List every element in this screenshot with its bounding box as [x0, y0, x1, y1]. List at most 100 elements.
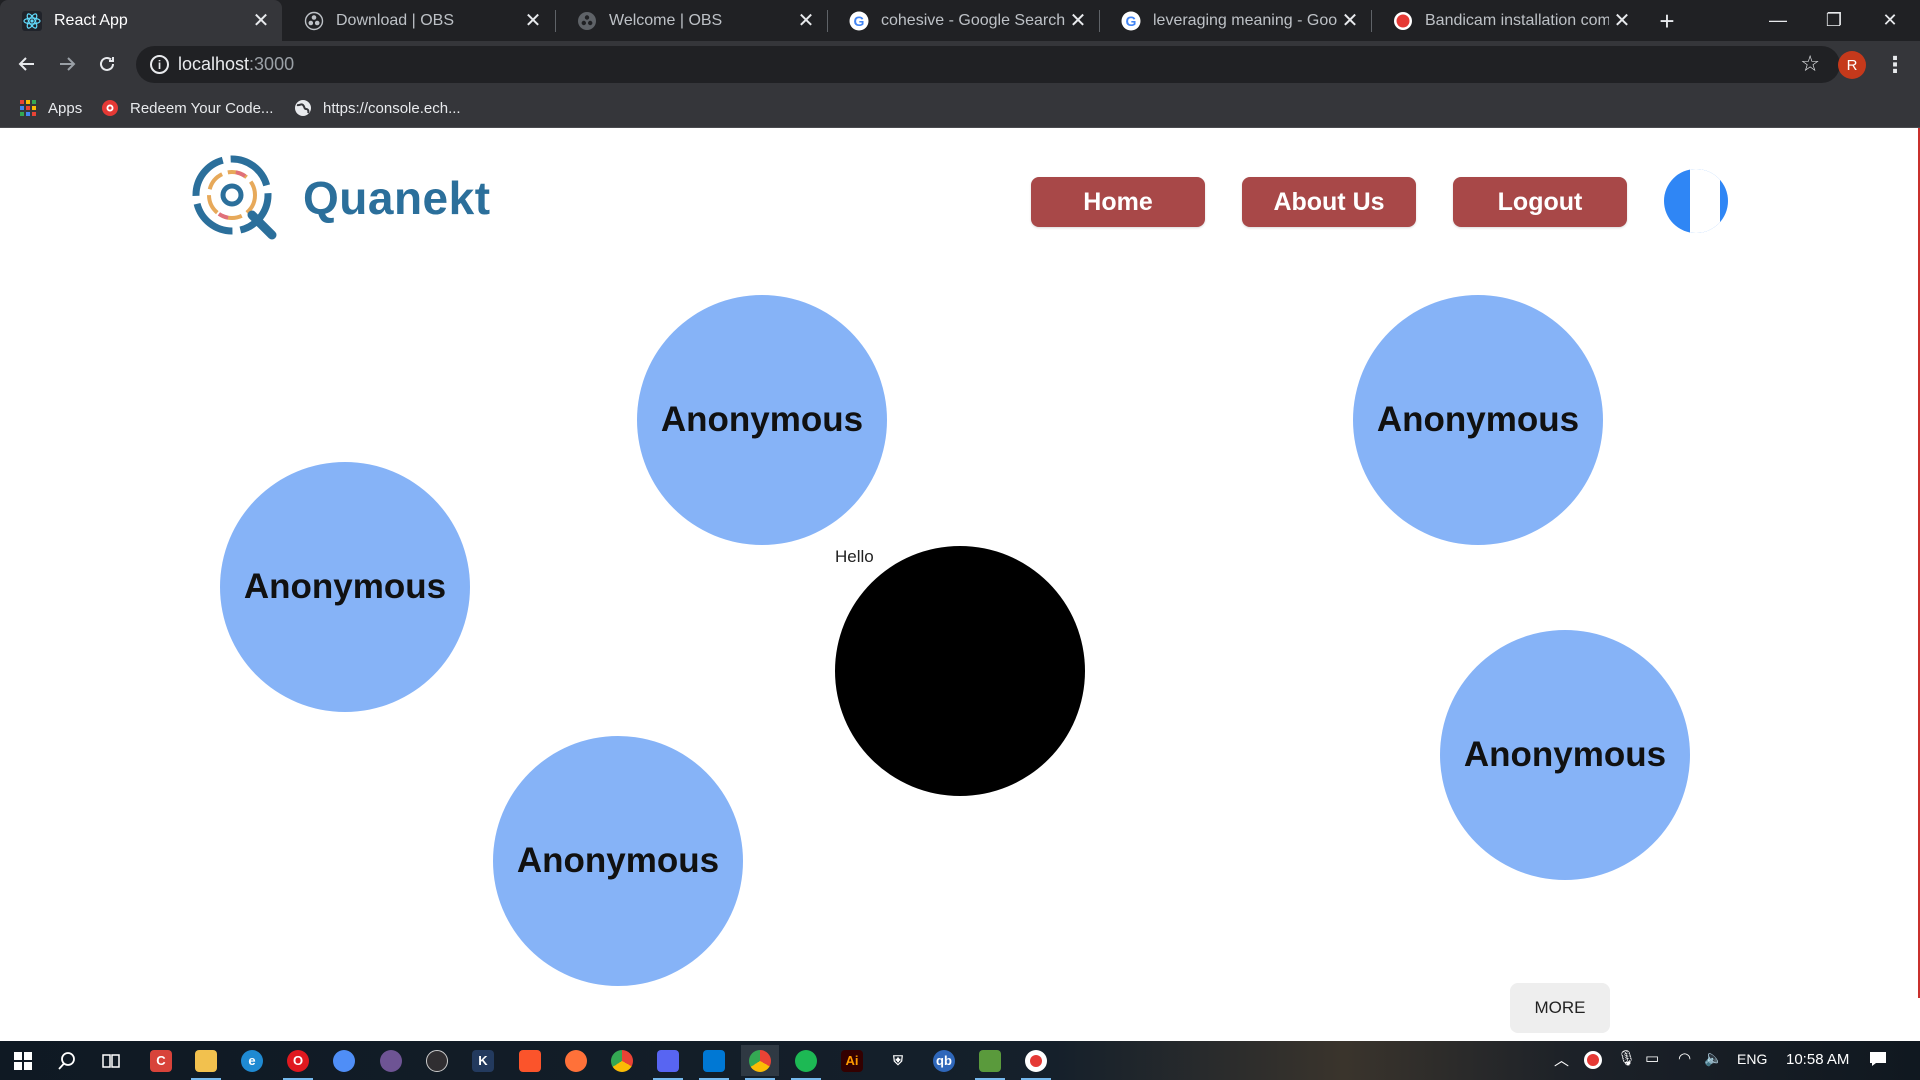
restore-window-button[interactable]: ❐: [1806, 0, 1862, 40]
taskbar-app-discord[interactable]: [649, 1045, 687, 1080]
taskbar-app-vscode[interactable]: [695, 1045, 733, 1080]
language-indicator[interactable]: ENG: [1737, 1051, 1767, 1067]
chrome-icon: [749, 1049, 771, 1072]
chrome-icon: [611, 1049, 633, 1072]
profile-avatar[interactable]: R: [1838, 51, 1866, 79]
reload-button[interactable]: [90, 47, 124, 81]
arrow-right-icon: [60, 57, 76, 71]
address-bar[interactable]: i localhost:3000 ☆: [136, 46, 1840, 83]
participant-bubble[interactable]: Anonymous: [1353, 295, 1603, 545]
about-us-button[interactable]: About Us: [1242, 177, 1416, 227]
bandicam-icon: [1393, 11, 1413, 31]
taskbar-app-firefox[interactable]: [557, 1045, 595, 1076]
bookmark-star-icon[interactable]: ☆: [1800, 51, 1820, 77]
bookmark-redeem-code[interactable]: Redeem Your Code...: [100, 96, 273, 120]
minimize-window-button[interactable]: —: [1750, 0, 1806, 40]
shield-icon: ⛨: [893, 1052, 903, 1068]
task-view-button[interactable]: [92, 1045, 130, 1076]
taskbar-app-bandicam[interactable]: [1017, 1045, 1055, 1080]
address-url[interactable]: localhost:3000: [178, 54, 294, 75]
self-label: Hello: [835, 547, 874, 566]
participant-bubble[interactable]: Anonymous: [1440, 630, 1690, 880]
apps-grid-icon: [18, 98, 38, 118]
taskbar-app-brave[interactable]: [511, 1045, 549, 1076]
taskbar-app-edge[interactable]: e: [233, 1045, 271, 1076]
tab-cohesive-search[interactable]: G cohesive - Google Search ✕: [827, 0, 1099, 41]
tab-title: Download | OBS: [336, 11, 454, 29]
quanekt-logo-icon[interactable]: [190, 153, 280, 243]
new-tab-button[interactable]: +: [1652, 6, 1682, 36]
brand-name[interactable]: Quanekt: [303, 171, 491, 225]
taskbar-app-explorer[interactable]: [187, 1045, 225, 1080]
tab-title: leveraging meaning - Google: [1153, 11, 1337, 29]
more-button[interactable]: MORE: [1510, 983, 1610, 1033]
taskbar-app-opera[interactable]: O: [279, 1045, 317, 1080]
close-tab-icon[interactable]: ✕: [793, 8, 819, 34]
back-button[interactable]: [10, 47, 44, 81]
bookmark-label: Apps: [48, 99, 83, 117]
taskbar-app-obs[interactable]: [418, 1045, 456, 1076]
home-button[interactable]: Home: [1031, 177, 1205, 227]
wifi-icon[interactable]: ◠: [1678, 1049, 1691, 1067]
gear-badge-icon: [100, 98, 120, 118]
firefox-icon: [565, 1049, 587, 1072]
tab-react-app[interactable]: React App ✕: [0, 0, 282, 41]
tab-leveraging-search[interactable]: G leveraging meaning - Google ✕: [1099, 0, 1371, 41]
bandicam-tray-icon[interactable]: [1584, 1051, 1602, 1069]
svg-text:G: G: [1126, 13, 1137, 29]
battery-icon[interactable]: ▭: [1645, 1049, 1659, 1067]
close-tab-icon[interactable]: ✕: [520, 8, 546, 34]
clock[interactable]: 10:58 AM: [1786, 1051, 1849, 1068]
close-tab-icon[interactable]: ✕: [1609, 8, 1635, 34]
tab-bandicam[interactable]: Bandicam installation comple ✕: [1371, 0, 1643, 41]
bookmark-console[interactable]: https://console.ech...: [293, 96, 461, 120]
taskbar-app-image-viewer[interactable]: [971, 1045, 1009, 1080]
info-icon[interactable]: i: [150, 55, 169, 74]
taskbar-app-jetbrains[interactable]: C: [142, 1045, 180, 1076]
tab-welcome-obs[interactable]: Welcome | OBS ✕: [555, 0, 827, 41]
search-button[interactable]: [48, 1045, 86, 1076]
participant-bubble[interactable]: Anonymous: [220, 462, 470, 712]
close-tab-icon[interactable]: ✕: [1065, 8, 1091, 34]
taskbar-app-spotify[interactable]: [787, 1045, 825, 1080]
browser-toolbar: i localhost:3000 ☆ R ⋮: [0, 41, 1920, 88]
kindle-icon: K: [472, 1049, 494, 1072]
microphone-icon[interactable]: 🎙: [1617, 1049, 1636, 1067]
close-tab-icon[interactable]: ✕: [1337, 8, 1363, 34]
show-hidden-icons-chevron-icon[interactable]: ︿: [1554, 1049, 1569, 1070]
tab-title: Welcome | OBS: [609, 11, 723, 29]
taskbar-app-kindle[interactable]: K: [464, 1045, 502, 1076]
qbittorrent-icon: qb: [933, 1049, 955, 1072]
globe-icon: [293, 98, 313, 118]
participant-bubble[interactable]: Anonymous: [637, 295, 887, 545]
close-tab-icon[interactable]: ✕: [248, 8, 274, 34]
participant-bubble[interactable]: Anonymous: [493, 736, 743, 986]
opera-icon: O: [287, 1049, 309, 1072]
avatar-mask: [1690, 169, 1720, 233]
tab-title: React App: [54, 11, 128, 29]
taskbar-app-github[interactable]: [372, 1045, 410, 1076]
close-window-button[interactable]: ✕: [1862, 0, 1918, 40]
chromium-icon: [333, 1049, 355, 1072]
taskbar-app-security[interactable]: ⛨: [879, 1045, 917, 1076]
forward-button[interactable]: [50, 47, 84, 81]
start-button[interactable]: [4, 1045, 42, 1076]
taskbar-app-illustrator[interactable]: Ai: [833, 1045, 871, 1076]
arrow-left-icon: [18, 57, 34, 71]
taskbar-app-chromium[interactable]: [325, 1045, 363, 1076]
bookmark-apps[interactable]: Apps: [18, 96, 82, 120]
taskbar-app-qbittorrent[interactable]: qb: [925, 1045, 963, 1076]
tab-title: Bandicam installation comple: [1425, 11, 1609, 29]
folder-icon: [195, 1049, 217, 1072]
volume-icon[interactable]: 🔈: [1704, 1049, 1723, 1067]
logout-button[interactable]: Logout: [1453, 177, 1627, 227]
taskbar-app-chrome[interactable]: [603, 1045, 641, 1076]
user-avatar[interactable]: [1664, 169, 1728, 233]
notifications-icon[interactable]: [1868, 1049, 1888, 1069]
self-bubble[interactable]: [835, 546, 1085, 796]
tab-download-obs[interactable]: Download | OBS ✕: [282, 0, 554, 41]
url-port: :3000: [249, 54, 295, 74]
taskbar-app-chrome-active[interactable]: [741, 1045, 779, 1080]
illustrator-icon: Ai: [841, 1049, 863, 1072]
browser-menu-icon[interactable]: ⋮: [1880, 49, 1910, 81]
